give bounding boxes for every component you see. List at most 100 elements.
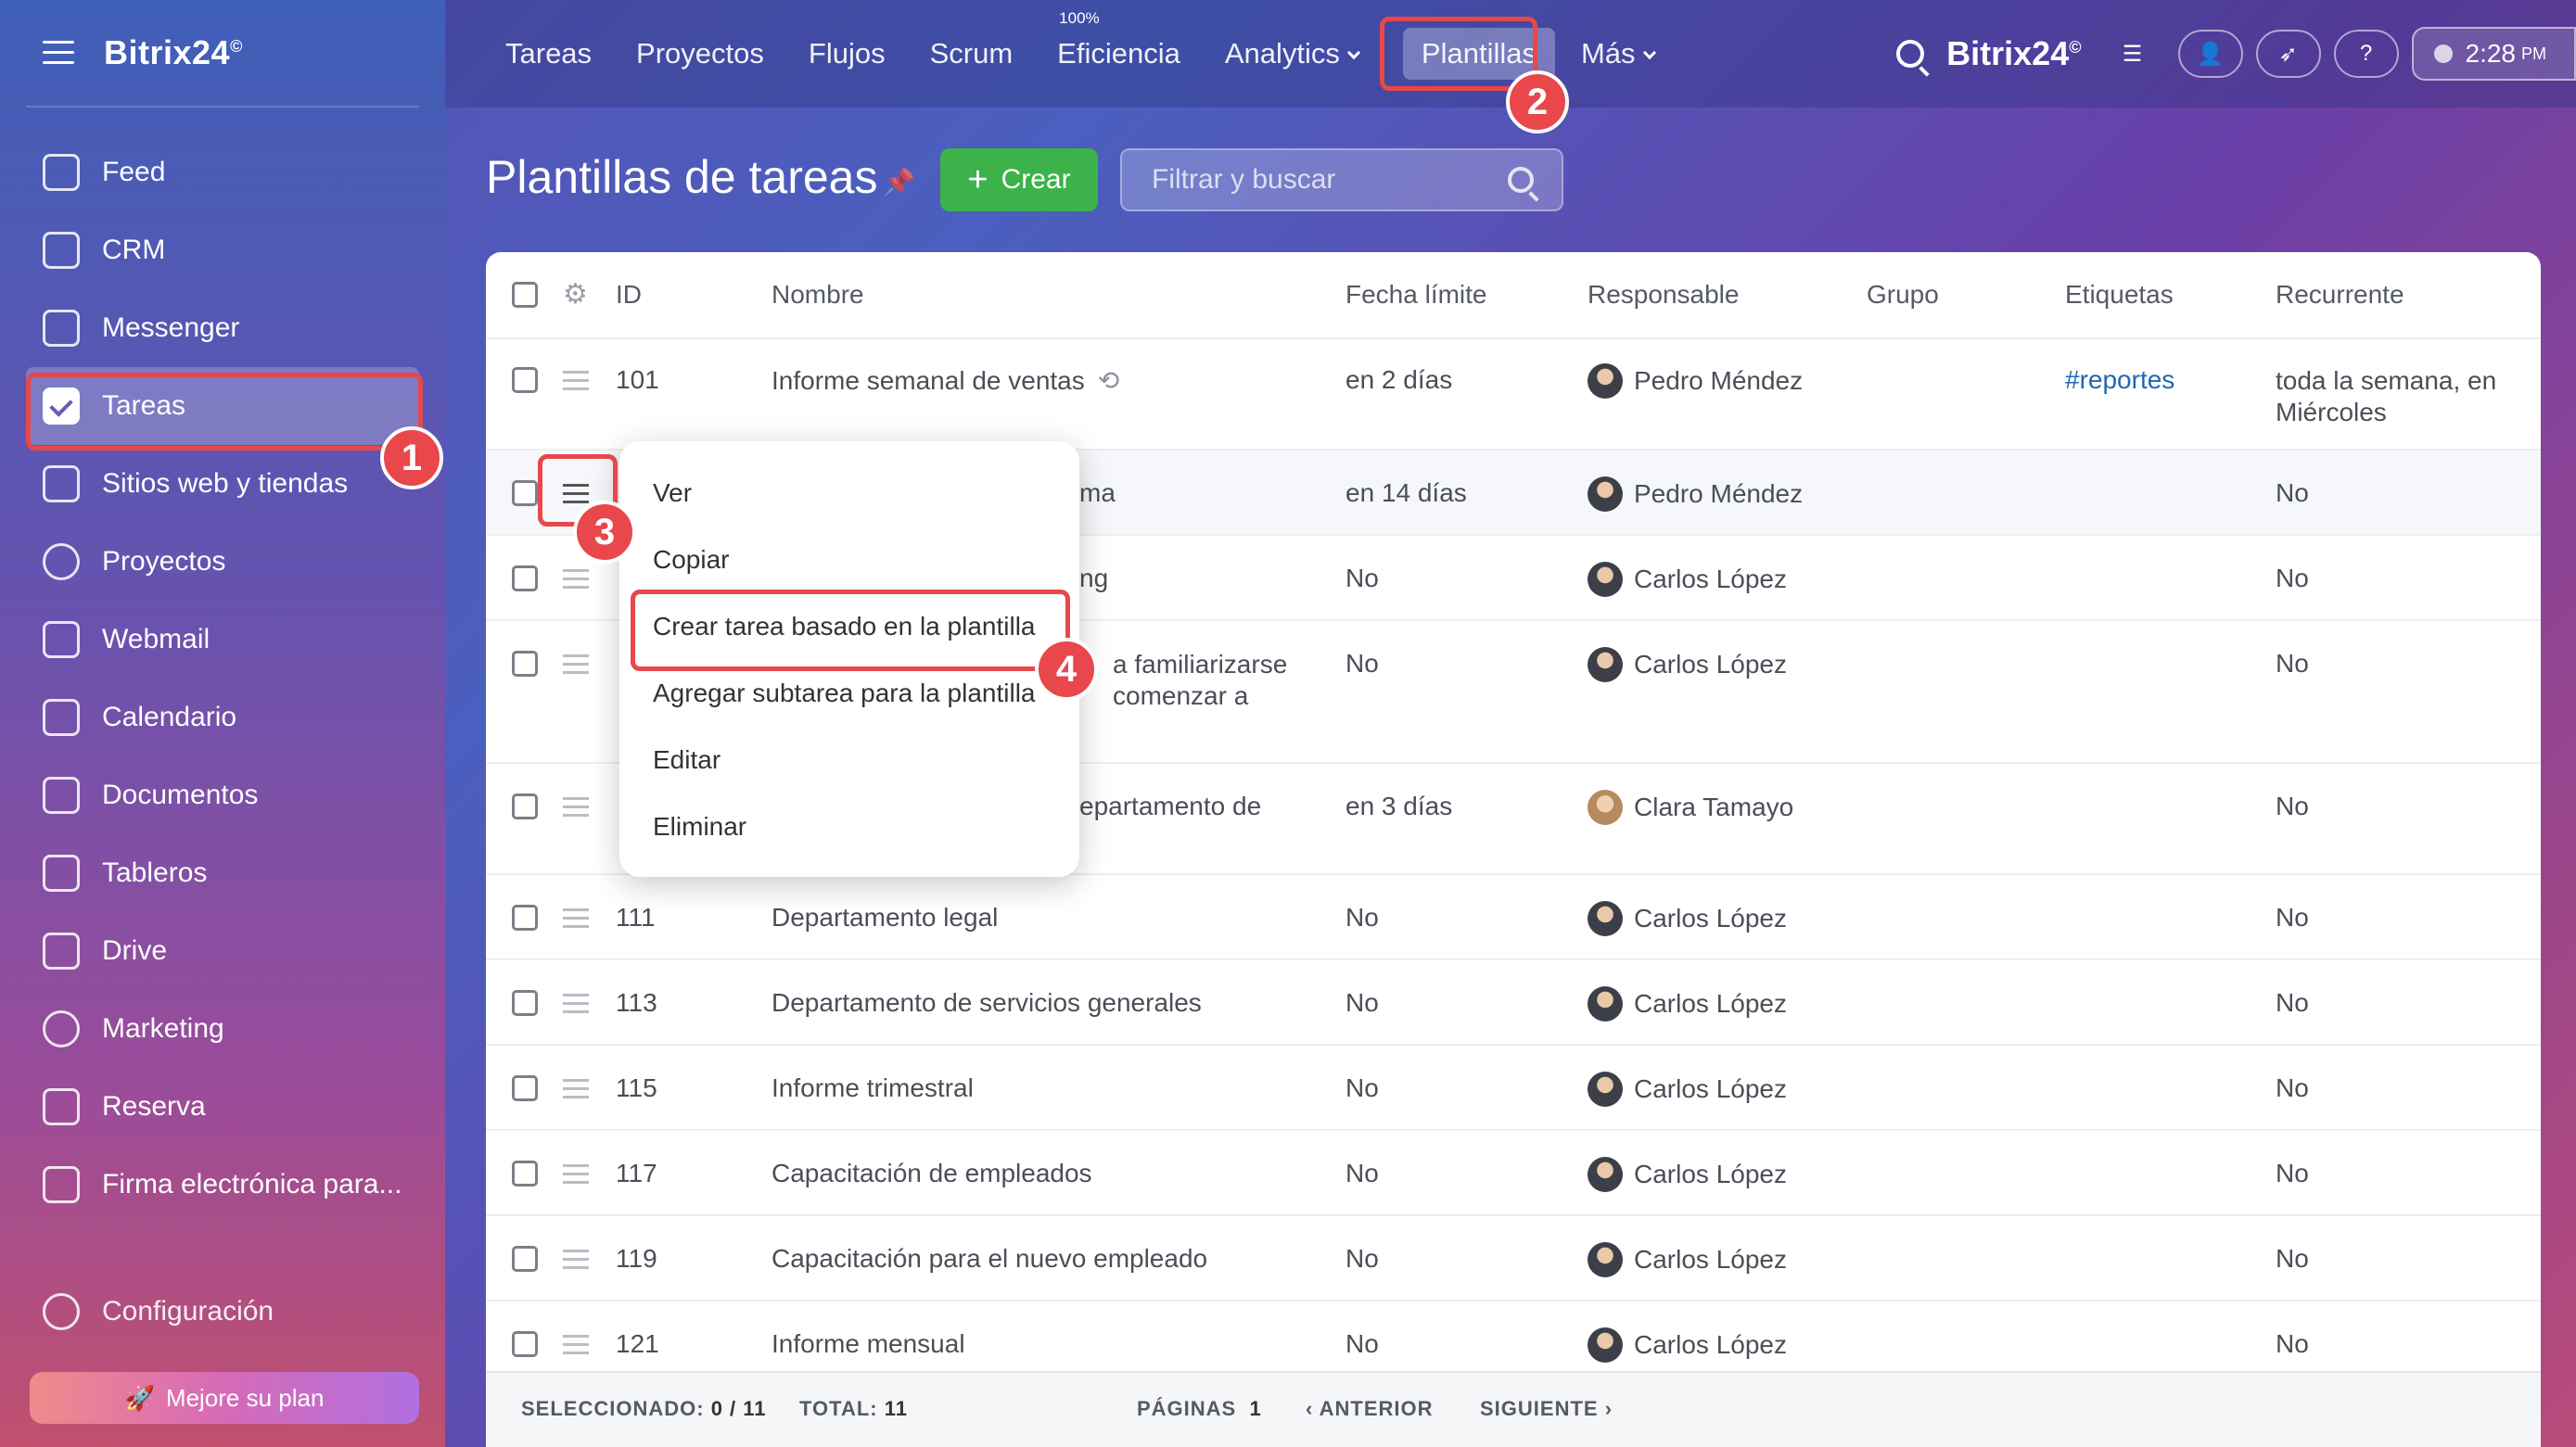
sidebar-item-firma[interactable]: Firma electrónica para... bbox=[0, 1146, 445, 1224]
sliders-icon[interactable]: ☰ bbox=[2119, 40, 2147, 68]
row-name[interactable]: Capacitación para el nuevo empleado bbox=[772, 1244, 1207, 1274]
menu-item-agregar-subtarea[interactable]: Agregar subtarea para la plantilla bbox=[653, 679, 1035, 708]
help-icon[interactable]: ? bbox=[2333, 30, 2399, 78]
tab-mas[interactable]: Más bbox=[1581, 37, 1656, 70]
row-responsible[interactable]: Carlos López bbox=[1588, 1242, 1787, 1277]
row-responsible[interactable]: Carlos López bbox=[1588, 1072, 1787, 1107]
row-menu-icon[interactable] bbox=[563, 797, 589, 822]
invite-user-icon[interactable]: 👤 bbox=[2177, 30, 2243, 78]
row-responsible[interactable]: Pedro Méndez bbox=[1588, 476, 1803, 512]
tab-scrum[interactable]: Scrum bbox=[930, 37, 1014, 70]
sidebar-item-reserva[interactable]: Reserva bbox=[0, 1068, 445, 1146]
brand-logo[interactable]: Bitrix24© bbox=[104, 33, 243, 72]
row-menu-icon[interactable] bbox=[563, 569, 589, 594]
col-responsible[interactable]: Responsable bbox=[1588, 280, 1739, 310]
row-responsible[interactable]: Carlos López bbox=[1588, 562, 1787, 597]
create-button[interactable]: + Crear bbox=[940, 148, 1098, 211]
filter-search-input[interactable]: Filtrar y buscar bbox=[1120, 148, 1563, 211]
row-checkbox[interactable] bbox=[512, 565, 538, 591]
row-menu-icon[interactable] bbox=[563, 654, 589, 679]
prev-page-button[interactable]: ‹ ANTERIOR bbox=[1306, 1397, 1434, 1421]
row-menu-icon[interactable] bbox=[563, 1250, 589, 1275]
row-checkbox[interactable] bbox=[512, 1246, 538, 1272]
sidebar-item-tableros[interactable]: Tableros bbox=[0, 834, 445, 912]
row-name[interactable]: ma bbox=[1079, 478, 1116, 508]
table-row[interactable]: 115 Informe trimestral No Carlos López N… bbox=[486, 1046, 2541, 1131]
row-responsible[interactable]: Carlos López bbox=[1588, 647, 1787, 682]
row-responsible[interactable]: Pedro Méndez bbox=[1588, 363, 1803, 399]
col-recurring[interactable]: Recurrente bbox=[2276, 280, 2404, 310]
next-page-button[interactable]: SIGUIENTE › bbox=[1480, 1397, 1613, 1421]
row-checkbox[interactable] bbox=[512, 905, 538, 931]
row-checkbox[interactable] bbox=[512, 367, 538, 393]
row-menu-icon[interactable] bbox=[563, 994, 589, 1019]
sidebar-item-feed[interactable]: Feed bbox=[0, 133, 445, 211]
row-menu-icon[interactable] bbox=[563, 1079, 589, 1104]
pin-icon[interactable]: 📌 bbox=[883, 167, 915, 197]
menu-item-editar[interactable]: Editar bbox=[653, 745, 721, 775]
table-row[interactable]: 111 Departamento legal No Carlos López N… bbox=[486, 875, 2541, 960]
row-menu-icon[interactable] bbox=[563, 908, 589, 933]
table-row[interactable]: 113 Departamento de servicios generales … bbox=[486, 960, 2541, 1046]
work-day-clock[interactable]: 2:28 PM bbox=[2411, 27, 2576, 81]
table-row[interactable]: 119 Capacitación para el nuevo empleado … bbox=[486, 1216, 2541, 1301]
sidebar-item-webmail[interactable]: Webmail bbox=[0, 601, 445, 679]
row-name[interactable]: Informe mensual bbox=[772, 1329, 965, 1359]
menu-item-copiar[interactable]: Copiar bbox=[653, 545, 729, 575]
row-name[interactable]: Capacitación de empleados bbox=[772, 1159, 1092, 1188]
row-checkbox[interactable] bbox=[512, 480, 538, 506]
col-tags[interactable]: Etiquetas bbox=[2065, 280, 2174, 310]
sidebar-item-messenger[interactable]: Messenger bbox=[0, 289, 445, 367]
hamburger-menu-icon[interactable] bbox=[43, 41, 74, 65]
sidebar-item-calendario[interactable]: Calendario bbox=[0, 679, 445, 756]
row-menu-icon[interactable] bbox=[563, 371, 589, 396]
search-icon[interactable] bbox=[1896, 40, 1925, 68]
tab-analytics[interactable]: Analytics bbox=[1225, 37, 1360, 70]
upgrade-plan-button[interactable]: 🚀 Mejore su plan bbox=[30, 1372, 419, 1424]
row-name[interactable]: epartamento de bbox=[1079, 792, 1261, 821]
row-checkbox[interactable] bbox=[512, 1075, 538, 1101]
rocket-icon[interactable]: ➶ bbox=[2255, 30, 2321, 78]
sidebar-item-proyectos[interactable]: Proyectos bbox=[0, 523, 445, 601]
row-checkbox[interactable] bbox=[512, 793, 538, 819]
row-checkbox[interactable] bbox=[512, 990, 538, 1016]
row-name[interactable]: a familiarizarse comenzar a bbox=[1113, 649, 1287, 712]
table-row[interactable]: 101 Informe semanal de ventas ⟲ en 2 días… bbox=[486, 339, 2541, 451]
tab-proyectos[interactable]: Proyectos bbox=[636, 37, 764, 70]
col-deadline[interactable]: Fecha límite bbox=[1345, 280, 1487, 310]
select-all-checkbox[interactable] bbox=[512, 282, 538, 308]
gear-icon[interactable]: ⚙ bbox=[563, 281, 589, 309]
tab-flujos[interactable]: Flujos bbox=[809, 37, 886, 70]
col-name[interactable]: Nombre bbox=[772, 280, 864, 310]
tab-eficiencia[interactable]: 100% Eficiencia bbox=[1057, 9, 1180, 70]
sidebar-item-configuracion[interactable]: Configuración bbox=[43, 1293, 274, 1330]
menu-item-eliminar[interactable]: Eliminar bbox=[653, 812, 746, 842]
row-responsible[interactable]: Carlos López bbox=[1588, 1327, 1787, 1363]
row-tag[interactable]: #reportes bbox=[2065, 365, 2174, 395]
search-icon[interactable] bbox=[1508, 167, 1534, 193]
row-name[interactable]: ng bbox=[1079, 564, 1108, 593]
sidebar-item-sitios[interactable]: Sitios web y tiendas bbox=[0, 445, 445, 523]
row-responsible[interactable]: Carlos López bbox=[1588, 1157, 1787, 1192]
sidebar-item-marketing[interactable]: Marketing bbox=[0, 990, 445, 1068]
row-responsible[interactable]: Clara Tamayo bbox=[1588, 790, 1793, 825]
row-menu-icon[interactable] bbox=[563, 1164, 589, 1189]
sidebar-item-crm[interactable]: CRM bbox=[0, 211, 445, 289]
tab-tareas[interactable]: Tareas bbox=[505, 37, 592, 70]
row-name[interactable]: Departamento de servicios generales bbox=[772, 988, 1202, 1018]
row-checkbox[interactable] bbox=[512, 1161, 538, 1187]
row-name[interactable]: Informe trimestral bbox=[772, 1073, 974, 1103]
col-id[interactable]: ID bbox=[616, 280, 642, 310]
row-checkbox[interactable] bbox=[512, 651, 538, 677]
row-name[interactable]: Informe semanal de ventas ⟲ bbox=[772, 365, 1119, 396]
row-checkbox[interactable] bbox=[512, 1331, 538, 1357]
row-responsible[interactable]: Carlos López bbox=[1588, 901, 1787, 936]
menu-item-ver[interactable]: Ver bbox=[653, 478, 692, 508]
row-name[interactable]: Departamento legal bbox=[772, 903, 998, 933]
table-row[interactable]: 117 Capacitación de empleados No Carlos … bbox=[486, 1131, 2541, 1216]
sidebar-item-drive[interactable]: Drive bbox=[0, 912, 445, 990]
row-responsible[interactable]: Carlos López bbox=[1588, 986, 1787, 1022]
sidebar-item-documentos[interactable]: Documentos bbox=[0, 756, 445, 834]
col-group[interactable]: Grupo bbox=[1867, 280, 1939, 310]
row-menu-icon[interactable] bbox=[563, 1335, 589, 1360]
